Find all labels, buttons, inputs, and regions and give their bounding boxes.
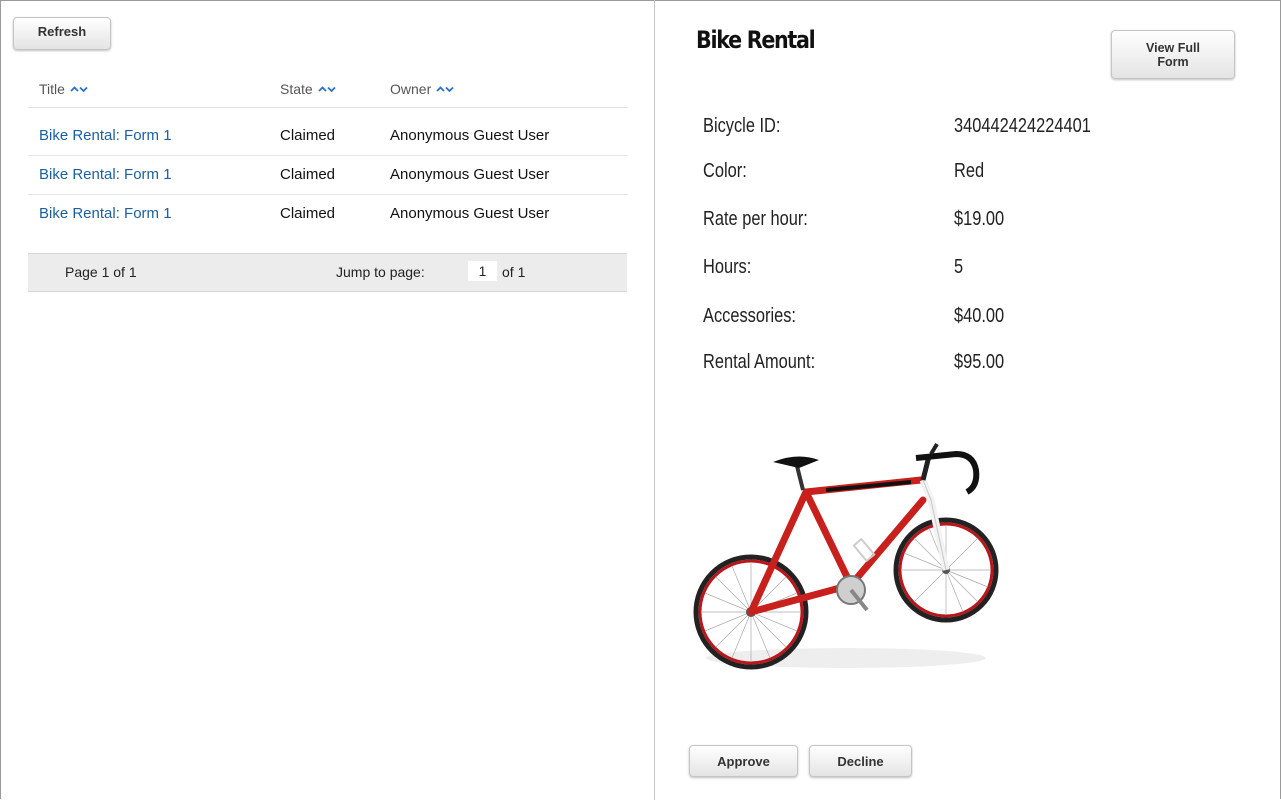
panel-divider[interactable]: [654, 0, 655, 800]
table-row[interactable]: Bike Rental: Form 1 Claimed Anonymous Gu…: [28, 195, 628, 233]
column-header-title[interactable]: Title: [39, 81, 88, 97]
row-title-link[interactable]: Bike Rental: Form 1: [39, 127, 172, 144]
field-value-rental-amount: $95.00: [954, 351, 1005, 373]
table-row[interactable]: Bike Rental: Form 1 Claimed Anonymous Gu…: [28, 117, 628, 156]
row-state: Claimed: [280, 166, 336, 183]
column-title-label: Title: [39, 81, 65, 97]
column-state-label: State: [280, 81, 313, 97]
row-title-link[interactable]: Bike Rental: Form 1: [39, 205, 172, 222]
row-title-link[interactable]: Bike Rental: Form 1: [39, 166, 172, 183]
field-label-hours: Hours:: [703, 256, 752, 278]
bicycle-image: [691, 400, 1001, 695]
table-header: Title State Owner: [28, 76, 628, 108]
sort-arrows-icon[interactable]: [70, 85, 88, 93]
field-value-accessories: $40.00: [954, 305, 1005, 327]
row-state: Claimed: [280, 205, 336, 222]
view-full-form-button[interactable]: View Full Form: [1111, 30, 1235, 79]
jump-to-page-label: Jump to page:: [336, 264, 425, 280]
page-indicator: Page 1 of 1: [65, 264, 137, 280]
page-total-label: of 1: [502, 264, 526, 280]
column-header-owner[interactable]: Owner: [390, 81, 454, 97]
field-label-bicycle-id: Bicycle ID:: [703, 115, 781, 137]
field-value-hours: 5: [954, 256, 964, 278]
decline-button[interactable]: Decline: [809, 745, 912, 777]
view-full-label-line1: View Full: [1146, 40, 1200, 55]
sort-arrows-icon[interactable]: [318, 85, 336, 93]
view-full-label-line2: Form: [1157, 54, 1189, 69]
approve-button[interactable]: Approve: [689, 745, 798, 777]
row-owner: Anonymous Guest User: [390, 166, 550, 183]
field-label-rental-amount: Rental Amount:: [703, 351, 816, 373]
table-body: Bike Rental: Form 1 Claimed Anonymous Gu…: [28, 117, 628, 233]
table-row[interactable]: Bike Rental: Form 1 Claimed Anonymous Gu…: [28, 156, 628, 195]
row-state: Claimed: [280, 127, 336, 144]
sort-arrows-icon[interactable]: [436, 85, 454, 93]
pagination-bar: Page 1 of 1 Jump to page: of 1: [28, 253, 627, 292]
field-label-rate: Rate per hour:: [703, 208, 808, 230]
field-value-bicycle-id: 340442424224401: [954, 115, 1091, 137]
field-value-color: Red: [954, 160, 985, 182]
field-value-rate: $19.00: [954, 208, 1005, 230]
task-table: Title State Owner Bike Rental: Form 1 Cl…: [28, 76, 628, 233]
form-title: Bike Rental: [696, 26, 816, 54]
row-owner: Anonymous Guest User: [390, 205, 550, 222]
row-owner: Anonymous Guest User: [390, 127, 550, 144]
field-label-color: Color:: [703, 160, 747, 182]
refresh-button[interactable]: Refresh: [13, 17, 111, 50]
column-owner-label: Owner: [390, 81, 432, 97]
column-header-state[interactable]: State: [280, 81, 336, 97]
field-label-accessories: Accessories:: [703, 305, 796, 327]
jump-page-input[interactable]: [468, 261, 497, 281]
